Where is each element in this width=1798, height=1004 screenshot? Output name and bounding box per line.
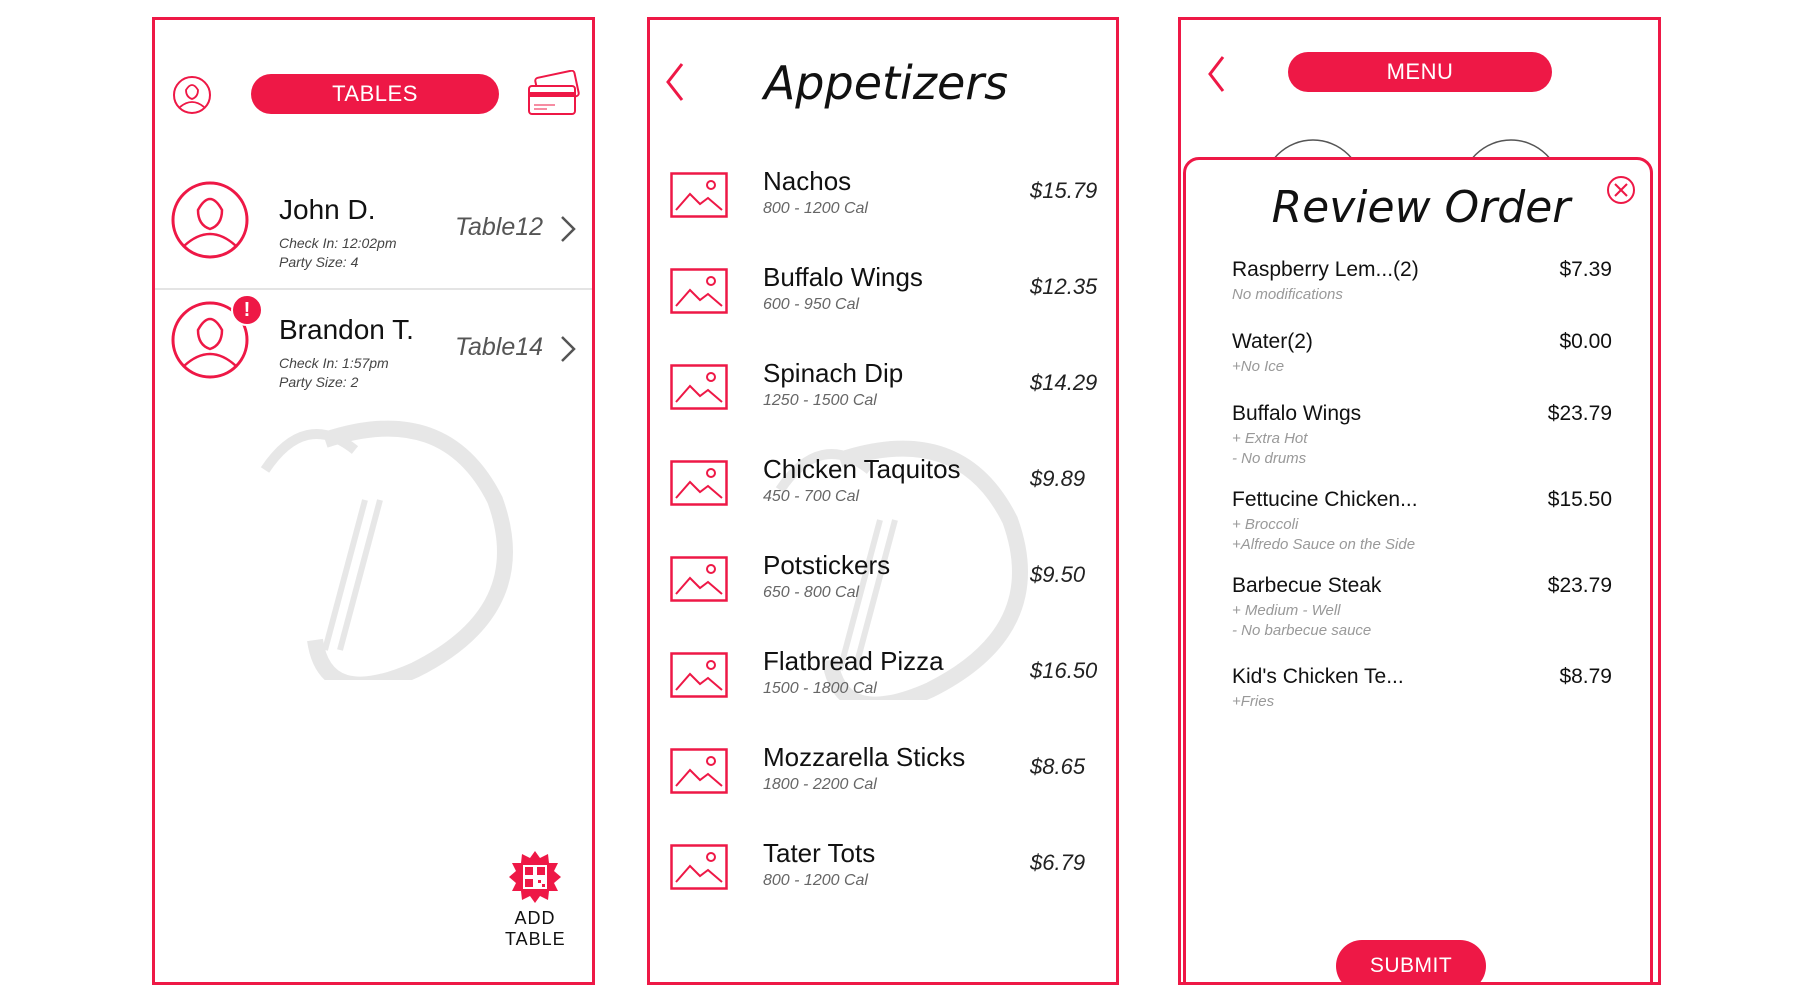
menu-item-row[interactable]: Nachos 800 - 1200 Cal $15.79 — [650, 152, 1116, 248]
order-item-modification: + Broccoli — [1232, 516, 1299, 533]
menu-item-name: Chicken Taquitos — [763, 454, 961, 484]
menu-item-row[interactable]: Potstickers 650 - 800 Cal $9.50 — [650, 536, 1116, 632]
menu-item-row[interactable]: Mozzarella Sticks 1800 - 2200 Cal $8.65 — [650, 728, 1116, 824]
menu-item-name: Flatbread Pizza — [763, 646, 944, 676]
image-placeholder-icon — [670, 268, 728, 314]
order-item-modification: +Fries — [1232, 693, 1275, 710]
add-table-button[interactable]: ADD TABLE — [505, 850, 565, 970]
image-placeholder-icon — [670, 844, 728, 890]
order-item-name: Fettucine Chicken... — [1232, 488, 1418, 511]
page-title: Appetizers — [763, 56, 1009, 110]
image-placeholder-icon — [670, 460, 728, 506]
credit-card-icon[interactable] — [525, 70, 581, 118]
order-item-name: Buffalo Wings — [1232, 402, 1362, 425]
menu-item-calories: 800 - 1200 Cal — [763, 872, 868, 889]
menu-item-name: Mozzarella Sticks — [763, 742, 966, 772]
review-order-modal: Review Order Raspberry Lem...(2) $7.39 No … — [1183, 157, 1653, 982]
check-in-time: Check In: 12:02pm — [279, 235, 397, 251]
alert-badge: ! — [231, 294, 263, 326]
order-item-name: Kid's Chicken Te... — [1232, 665, 1404, 688]
order-item-modification: - No drums — [1232, 450, 1307, 467]
order-item-price: $0.00 — [1559, 330, 1612, 353]
add-table-label-line2: TABLE — [505, 929, 566, 949]
menu-item-name: Potstickers — [763, 550, 891, 580]
check-in-time: Check In: 1:57pm — [279, 355, 389, 371]
menu-item-calories: 650 - 800 Cal — [763, 584, 860, 601]
add-table-label-line1: ADD — [514, 908, 556, 928]
table-row[interactable]: ! Brandon T. Check In: 1:57pm Party Size… — [155, 288, 592, 408]
order-item-modification: + Medium - Well — [1232, 602, 1341, 619]
menu-item-row[interactable]: Spinach Dip 1250 - 1500 Cal $14.29 — [650, 344, 1116, 440]
order-item-name: Water(2) — [1232, 330, 1313, 353]
submit-button[interactable]: SUBMIT — [1336, 940, 1486, 982]
menu-item-row[interactable]: Chicken Taquitos 450 - 700 Cal $9.89 — [650, 440, 1116, 536]
order-item-modification: - No barbecue sauce — [1232, 622, 1372, 639]
order-item-price: $23.79 — [1547, 574, 1612, 597]
logo-watermark — [260, 420, 513, 680]
image-placeholder-icon — [670, 364, 728, 410]
menu-item-name: Nachos — [763, 166, 852, 196]
menu-item-name: Buffalo Wings — [763, 262, 923, 292]
chevron-right-icon[interactable] — [558, 334, 578, 364]
profile-icon[interactable] — [172, 75, 212, 115]
menu-item-price: $6.79 — [1030, 850, 1086, 875]
order-item-modification: +No Ice — [1232, 358, 1285, 375]
menu-item-price: $14.29 — [1030, 370, 1098, 395]
table-row[interactable]: John D. Check In: 12:02pm Party Size: 4 … — [155, 168, 592, 290]
modal-title: Review Order — [1271, 182, 1571, 233]
order-item-price: $23.79 — [1547, 402, 1612, 425]
image-placeholder-icon — [670, 172, 728, 218]
table-number: Table12 — [455, 213, 544, 241]
menu-item-calories: 1500 - 1800 Cal — [763, 680, 877, 697]
qr-code-icon — [509, 851, 561, 903]
menu-item-price: $15.79 — [1030, 178, 1098, 203]
menu-item-name: Spinach Dip — [763, 358, 904, 388]
guest-name: John D. — [279, 194, 376, 225]
menu-item-price: $9.50 — [1030, 562, 1086, 587]
image-placeholder-icon — [670, 556, 728, 602]
review-order-screen: MENU Review Order Raspberry Lem...(2) $7.… — [1178, 17, 1661, 985]
menu-item-name: Tater Tots — [763, 838, 876, 868]
table-number: Table14 — [455, 333, 544, 361]
menu-item-calories: 800 - 1200 Cal — [763, 200, 868, 217]
menu-item-price: $8.65 — [1030, 754, 1086, 779]
menu-item-row[interactable]: Flatbread Pizza 1500 - 1800 Cal $16.50 — [650, 632, 1116, 728]
image-placeholder-icon — [670, 748, 728, 794]
menu-item-price: $12.35 — [1030, 274, 1098, 299]
menu-item-row[interactable]: Tater Tots 800 - 1200 Cal $6.79 — [650, 824, 1116, 920]
tables-header-button[interactable]: TABLES — [251, 74, 499, 114]
order-item-price: $7.39 — [1559, 258, 1612, 281]
menu-header-button[interactable]: MENU — [1288, 52, 1552, 92]
menu-item-calories: 600 - 950 Cal — [763, 296, 860, 313]
order-item-price: $8.79 — [1559, 665, 1612, 688]
party-size: Party Size: 2 — [279, 374, 359, 390]
guest-avatar-icon — [171, 181, 249, 259]
appetizers-screen: Appetizers Nachos 800 - 1200 Cal $15.79 Buf… — [647, 17, 1119, 985]
menu-item-price: $16.50 — [1030, 658, 1098, 683]
menu-item-price: $9.89 — [1030, 466, 1086, 491]
order-item-modification: + Extra Hot — [1232, 430, 1308, 447]
back-arrow-icon[interactable] — [1205, 54, 1227, 94]
guest-name: Brandon T. — [279, 314, 414, 345]
menu-item-calories: 1250 - 1500 Cal — [763, 392, 877, 409]
order-item-modification: No modifications — [1232, 286, 1343, 303]
chevron-right-icon[interactable] — [558, 214, 578, 244]
add-table-label: ADD TABLE — [505, 908, 565, 950]
menu-item-calories: 1800 - 2200 Cal — [763, 776, 877, 793]
order-item-price: $15.50 — [1547, 488, 1612, 511]
menu-item-calories: 450 - 700 Cal — [763, 488, 860, 505]
image-placeholder-icon — [670, 652, 728, 698]
party-size: Party Size: 4 — [279, 254, 359, 270]
tables-screen: TABLES John D. Check In: 12:02pm Party S… — [152, 17, 595, 985]
order-item-modification: +Alfredo Sauce on the Side — [1232, 536, 1416, 553]
menu-item-row[interactable]: Buffalo Wings 600 - 950 Cal $12.35 — [650, 248, 1116, 344]
order-item-name: Raspberry Lem...(2) — [1232, 258, 1419, 281]
order-item-name: Barbecue Steak — [1232, 574, 1382, 597]
